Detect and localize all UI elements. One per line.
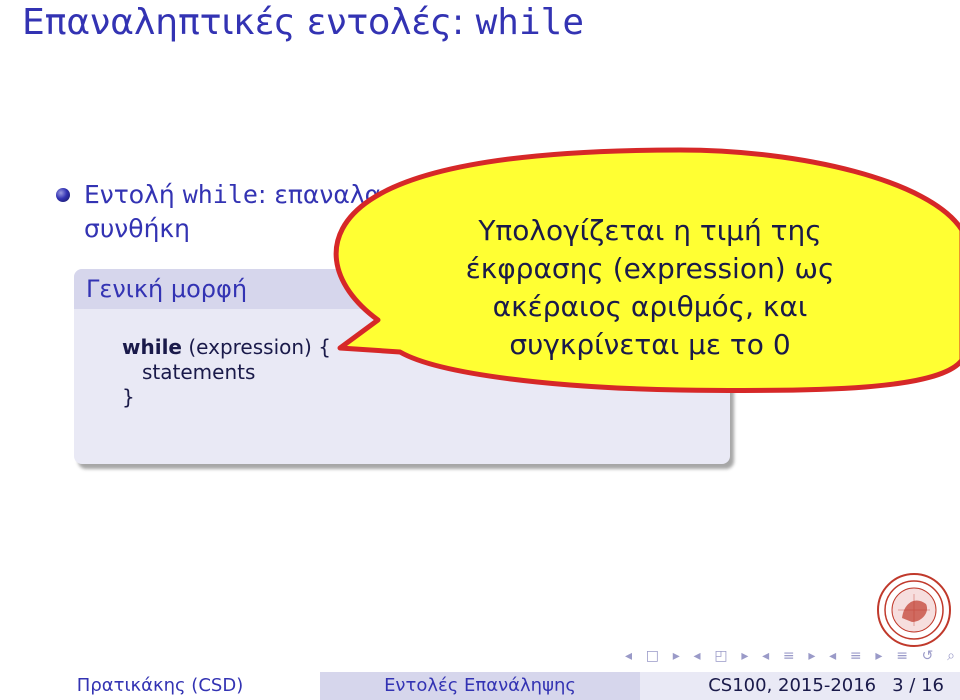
nav-next-section-icon[interactable]: ▸ — [808, 648, 815, 664]
callout-text: Υπολογίζεται η τιμή της έκφρασης (expres… — [420, 212, 880, 364]
nav-prev-section-icon[interactable]: ◂ — [762, 648, 769, 664]
callout-line: Υπολογίζεται η τιμή της — [478, 214, 822, 247]
nav-doc-icon[interactable]: ≡ — [850, 648, 862, 664]
callout-line: έκφρασης (expression) ως — [465, 252, 835, 285]
nav-last-icon[interactable]: ▸ — [673, 648, 680, 664]
code-condition: (expression) { — [182, 335, 331, 359]
callout-line: συγκρίνεται με το 0 — [509, 328, 791, 361]
slide-title-text: Επαναληπτικές εντολές: — [22, 2, 476, 43]
beamer-navigation: ◂ □ ▸ ◂ ◰ ▸ ◂ ≡ ▸ ◂ ≡ ▸ ≡ ↺ ⌕ — [625, 646, 955, 666]
callout-line: ακέραιος αριθμός, και — [492, 290, 808, 323]
footer-course: CS100, 2015-2016 — [708, 675, 877, 696]
code-keyword: while — [122, 335, 182, 359]
code-snippet: while (expression) { statements } — [122, 335, 331, 410]
footer-page-number: 3 / 16 — [892, 675, 944, 696]
footer-section: Εντολές Επανάληψης — [320, 672, 640, 700]
code-line-2: statements — [142, 360, 256, 384]
nav-prev-doc-icon[interactable]: ◂ — [829, 648, 836, 664]
bullet-prefix: Εντολή — [84, 180, 183, 209]
nav-first-icon[interactable]: ◂ — [625, 648, 632, 664]
nav-prev-subsection-icon[interactable]: ◂ — [694, 648, 701, 664]
code-line-3: } — [122, 385, 135, 409]
nav-frame-icon[interactable]: □ — [646, 648, 659, 664]
footer-author: Πρατικάκης (CSD) — [0, 672, 320, 700]
footer-right: CS100, 2015-2016 3 / 16 — [640, 672, 960, 700]
nav-search-icon[interactable]: ⌕ — [947, 648, 955, 664]
nav-next-doc-icon[interactable]: ▸ — [875, 648, 882, 664]
nav-back-icon[interactable]: ↺ — [922, 648, 934, 664]
nav-section-icon[interactable]: ≡ — [783, 648, 795, 664]
slide-title-keyword: while — [475, 2, 584, 43]
bullet-keyword: while — [182, 180, 258, 209]
university-seal-icon — [877, 573, 951, 647]
code-line-1: while (expression) { — [122, 335, 331, 360]
nav-subsection-icon[interactable]: ◰ — [714, 648, 727, 664]
slide-title: Επαναληπτικές εντολές: while — [22, 2, 584, 43]
bullet-dot-icon — [56, 188, 70, 202]
nav-next-subsection-icon[interactable]: ▸ — [741, 648, 748, 664]
footer-bar: Πρατικάκης (CSD) Εντολές Επανάληψης CS10… — [0, 672, 960, 700]
nav-align-icon[interactable]: ≡ — [896, 648, 908, 664]
